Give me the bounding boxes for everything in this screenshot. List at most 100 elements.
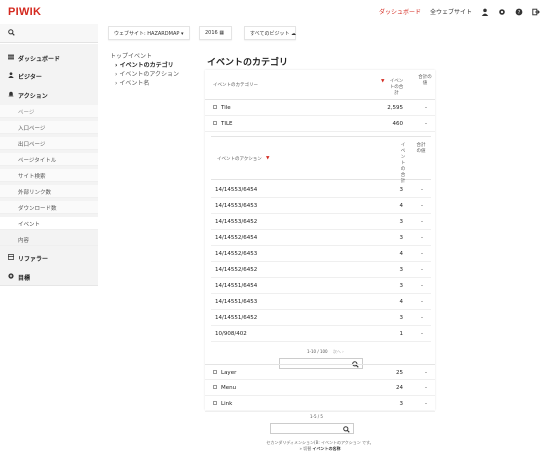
subcategory-label: イベントのアクション (119, 71, 180, 78)
row-label: 14/14553/6452 (215, 219, 258, 225)
row-total: 460 (392, 121, 404, 127)
table-row[interactable]: Menu 24 - (205, 380, 435, 396)
sidebar-subitem-label: 内容 (18, 238, 30, 244)
row-label: TILE (221, 121, 233, 127)
subcategory-label: イベントのカテゴリ (119, 62, 174, 69)
row-label: Layer (221, 370, 237, 376)
sidebar-item-dashboard[interactable]: ダッシュボード (0, 50, 98, 65)
table-row[interactable]: Tile 2,595 - (205, 100, 435, 116)
pagination-range: 1-10 / 100 (307, 349, 328, 354)
help-icon[interactable]: ? (515, 8, 523, 16)
table-row[interactable]: 14/14552/6452 3 - (211, 262, 431, 278)
chevron-down-icon: ▾ (180, 31, 184, 37)
table-row[interactable]: 14/14553/6452 3 - (211, 214, 431, 230)
table-row[interactable]: 14/14551/6454 3 - (211, 278, 431, 294)
table-row[interactable]: Link 3 - (205, 396, 435, 412)
subtable-column-header-label[interactable]: イベントのアクション (217, 156, 262, 162)
table-row[interactable]: 14/14552/6454 3 - (211, 230, 431, 246)
row-label: 14/14551/6453 (215, 299, 258, 305)
user-icon[interactable] (481, 8, 489, 16)
piwik-logo[interactable]: PIWIK (8, 6, 41, 18)
column-header-label[interactable]: イベントのカテゴリー (213, 82, 258, 88)
calendar-icon: ▦ (219, 30, 225, 36)
column-header-total[interactable]: イベントの合計 (388, 78, 405, 96)
sidebar-subitem-label: 外部リンク数 (18, 190, 52, 196)
subtable-header: イベントのアクション ▼ イベントの合計 合計の値 (211, 136, 431, 184)
table-row[interactable]: 10/908/402 1 - (211, 326, 431, 342)
logout-icon[interactable] (532, 8, 540, 16)
subtable-column-header-value[interactable]: 合計の値 (416, 143, 426, 155)
row-value: - (425, 401, 427, 407)
segment-selector[interactable]: すべてのビジット ☁ (244, 26, 296, 40)
switch-dimension-link[interactable]: イベントの名称 (313, 446, 341, 451)
sidebar-subitem-page-titles[interactable]: ページタイトル (0, 153, 98, 166)
sidebar-subitem-entry-pages[interactable]: 入口ページ (0, 121, 98, 134)
sidebar-subitem-downloads[interactable]: ダウンロード数 (0, 201, 98, 214)
row-value: - (421, 267, 423, 273)
sidebar-subitem-contents[interactable]: 内容 (0, 233, 98, 246)
row-label: Menu (221, 385, 237, 391)
row-total: 3 (399, 401, 404, 407)
report-search-input[interactable] (270, 423, 354, 434)
table-row[interactable]: 14/14552/6453 4 - (211, 246, 431, 262)
site-selector-label: ウェブサイト: HAZARDMAP (114, 31, 180, 37)
sidebar-subitem-exit-pages[interactable]: 出口ページ (0, 137, 98, 150)
bell-icon (8, 91, 14, 97)
sidebar-subitem-outlinks[interactable]: 外部リンク数 (0, 185, 98, 198)
search-icon[interactable] (343, 426, 350, 433)
switch-prefix: » 切替 (299, 446, 312, 451)
table-row[interactable]: Layer 25 - (205, 364, 435, 380)
sort-desc-icon: ▼ (266, 156, 270, 161)
sidebar-item-label: ビジター (18, 74, 42, 81)
sidebar-subitem-label: ページ (18, 110, 35, 116)
subtable-column-header-total[interactable]: イベントの合計 (399, 143, 407, 185)
row-label: 14/14552/6454 (215, 235, 258, 241)
sidebar-item-actions[interactable]: アクション (0, 87, 98, 102)
row-label: 14/14552/6452 (215, 267, 258, 273)
row-total: 3 (399, 267, 404, 273)
pagination-next[interactable]: 次へ › (333, 349, 344, 354)
row-total: 24 (396, 385, 403, 391)
row-label: 14/14551/6454 (215, 283, 258, 289)
report-title: イベントのカテゴリ (207, 58, 289, 68)
row-total: 3 (399, 187, 404, 193)
subcategory-label: イベント名 (119, 80, 150, 87)
sidebar-subitem-site-search[interactable]: サイト検索 (0, 169, 98, 182)
sidebar-subitem-label: ページタイトル (18, 158, 57, 164)
sidebar-item-visitors[interactable]: ビジター (0, 68, 98, 83)
row-value: - (421, 299, 423, 305)
top-nav: ダッシュボード 全ウェブサイト ? (379, 7, 540, 16)
row-total: 3 (399, 283, 404, 289)
row-icon (213, 401, 217, 405)
row-total: 4 (399, 203, 404, 209)
subcategory-list: トップイベント › イベントのカテゴリ › イベントのアクション › イベント名 (110, 52, 179, 88)
all-websites-link[interactable]: 全ウェブサイト (430, 7, 472, 16)
sidebar-item-label: リファラー (18, 256, 49, 263)
table-row[interactable]: 14/14551/6453 4 - (211, 294, 431, 310)
row-value: - (421, 219, 423, 225)
sidebar-item-label: 目標 (18, 275, 31, 282)
sidebar-item-goals[interactable]: 目標 (0, 269, 98, 284)
sidebar-item-referrers[interactable]: リファラー (0, 250, 98, 265)
row-value: - (425, 105, 427, 111)
row-icon (213, 385, 217, 389)
dashboard-link[interactable]: ダッシュボード (379, 7, 421, 16)
period-selector[interactable]: 2016 ▦ (199, 26, 232, 40)
goals-icon (8, 273, 14, 279)
subcategory-event-category[interactable]: › イベントのカテゴリ (110, 61, 179, 70)
site-selector[interactable]: ウェブサイト: HAZARDMAP ▾ (108, 26, 190, 40)
table-row[interactable]: 14/14553/6454 3 - (211, 182, 431, 198)
subcategory-event-action[interactable]: › イベントのアクション (110, 70, 179, 79)
table-row[interactable]: 14/14553/6453 4 - (211, 198, 431, 214)
sidebar-subitem-pages[interactable]: ページ (0, 105, 98, 118)
row-value: - (425, 385, 427, 391)
cloud-icon: ☁ (291, 31, 297, 37)
menu-search[interactable] (0, 24, 98, 43)
column-header-value[interactable]: 合計の値 (418, 74, 432, 86)
table-row[interactable]: TILE 460 - (205, 116, 435, 132)
gear-icon[interactable] (498, 8, 506, 16)
sidebar-subitem-events[interactable]: イベント (0, 217, 98, 230)
row-icon (213, 121, 217, 125)
table-row[interactable]: 14/14551/6452 3 - (211, 310, 431, 326)
subcategory-event-name[interactable]: › イベント名 (110, 79, 179, 88)
